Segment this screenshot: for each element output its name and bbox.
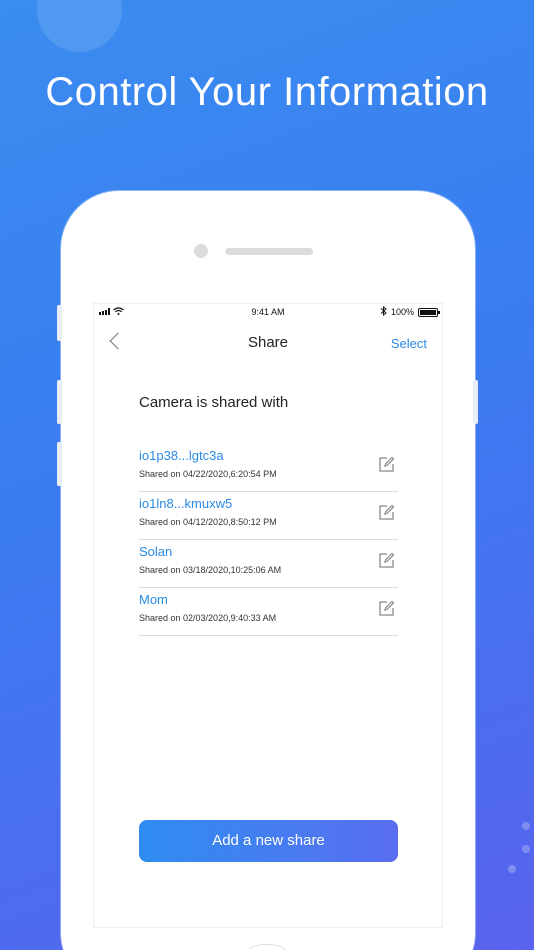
edit-icon[interactable] [378,600,395,617]
share-name[interactable]: Mom [139,592,168,607]
share-list-item[interactable]: io1p38...lgtc3a Shared on 04/22/2020,6:2… [139,444,398,492]
share-date: Shared on 03/18/2020,10:25:06 AM [139,565,282,575]
edit-icon[interactable] [378,504,395,521]
nav-bar: Share Select [94,326,442,362]
nav-title: Share [247,334,289,351]
edit-icon[interactable] [378,456,395,473]
battery-percent: 100% [390,307,414,317]
share-name[interactable]: Solan [139,544,172,559]
share-list: io1p38...lgtc3a Shared on 04/22/2020,6:2… [139,444,398,636]
share-list-item[interactable]: Mom Shared on 02/03/2020,9:40:33 AM [139,588,398,636]
select-button[interactable]: Select [391,336,427,351]
phone-side-button [57,305,62,341]
share-list-item[interactable]: Solan Shared on 03/18/2020,10:25:06 AM [139,540,398,588]
phone-speaker [225,248,313,255]
edit-icon[interactable] [378,552,395,569]
add-new-share-button[interactable]: Add a new share [139,820,398,862]
battery-icon [418,307,440,317]
phone-side-button [57,442,62,486]
phone-camera [194,244,208,258]
bluetooth-icon [380,305,387,318]
home-button [249,944,285,950]
decorative-bubble [37,0,122,52]
section-title: Camera is shared with [139,394,289,411]
phone-side-button [57,380,62,424]
share-date: Shared on 02/03/2020,9:40:33 AM [139,613,277,623]
share-name[interactable]: io1p38...lgtc3a [139,448,224,463]
phone-side-button [473,380,478,424]
share-date: Shared on 04/12/2020,8:50:12 PM [139,517,277,527]
status-bar: 9:41 AM 100% [94,304,442,322]
app-screen: 9:41 AM 100% Share Select Camera is shar… [93,303,443,928]
share-name[interactable]: io1ln8...kmuxw5 [139,496,232,511]
share-date: Shared on 04/22/2020,6:20:54 PM [139,469,277,479]
page-headline: Control Your Information [45,70,489,114]
share-list-item[interactable]: io1ln8...kmuxw5 Shared on 04/12/2020,8:5… [139,492,398,540]
